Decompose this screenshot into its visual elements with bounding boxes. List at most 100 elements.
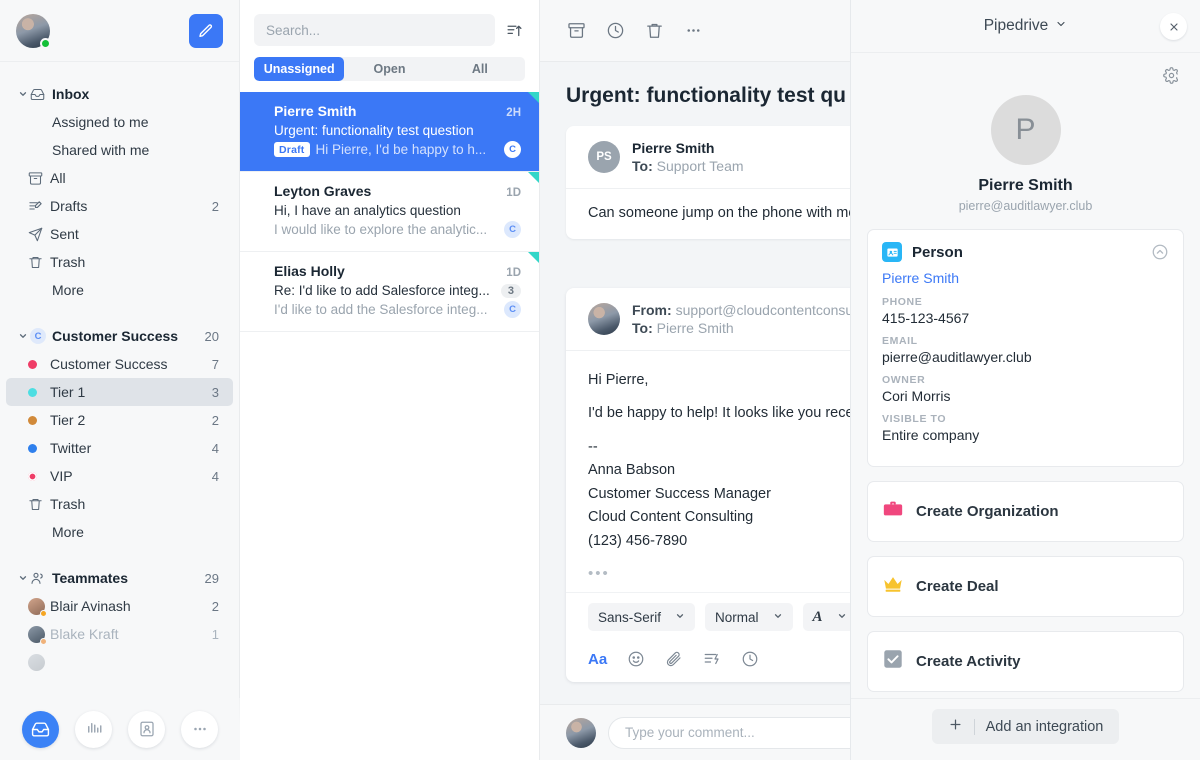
sidebar-item-count: 2 xyxy=(211,412,219,428)
attachment-paperclip-icon[interactable] xyxy=(665,650,683,668)
draft-badge: Draft xyxy=(274,142,310,157)
plus-icon xyxy=(948,717,963,736)
compose-button[interactable] xyxy=(189,13,223,48)
sort-ascending-icon[interactable] xyxy=(503,19,525,41)
list-item[interactable]: Pierre Smith 2H Urgent: functionality te… xyxy=(240,92,539,172)
sidebar-item-label: More xyxy=(52,524,84,540)
sidebar-item-tier-2[interactable]: Tier 2 2 xyxy=(6,406,233,434)
dock-inbox-button[interactable] xyxy=(22,710,59,748)
sidebar-item-sent[interactable]: Sent xyxy=(6,220,233,248)
add-integration-button[interactable]: Add an integration xyxy=(931,709,1120,744)
contact-email: pierre@auditlawyer.club xyxy=(958,199,1093,214)
tab-all[interactable]: All xyxy=(435,57,525,81)
avatar: PS xyxy=(588,141,620,173)
font-family-select[interactable]: Sans-Serif xyxy=(588,603,696,632)
contact-hero: P Pierre Smith pierre@auditlawyer.club xyxy=(851,89,1200,229)
app-root: Inbox Assigned to me Shared with me All … xyxy=(0,0,1200,760)
avatar xyxy=(566,717,596,748)
chevron-up-circle-icon[interactable] xyxy=(1151,243,1169,261)
sidebar-item-drafts[interactable]: Drafts 2 xyxy=(6,192,233,220)
inbox-icon xyxy=(31,721,50,737)
sidebar-item-all[interactable]: All xyxy=(6,164,233,192)
dock-contacts-button[interactable] xyxy=(128,710,165,748)
field-value: Cori Morris xyxy=(882,388,951,405)
action-label: Create Activity xyxy=(916,653,1021,671)
inbox-icon xyxy=(30,87,52,102)
chevron-down-icon xyxy=(1055,17,1067,35)
sidebar-item-shared-with-me[interactable]: Shared with me xyxy=(6,136,233,164)
chevron-down-icon xyxy=(16,331,30,341)
unread-corner-icon xyxy=(528,252,539,263)
sidebar-item-trash[interactable]: Trash xyxy=(6,248,233,276)
emoji-icon[interactable] xyxy=(627,650,645,668)
tab-unassigned[interactable]: Unassigned xyxy=(254,57,345,81)
user-avatar[interactable] xyxy=(16,13,51,49)
snooze-clock-icon[interactable] xyxy=(741,650,759,668)
sidebar-item-more-cs[interactable]: More xyxy=(6,518,233,546)
sidebar-item-assigned-to-me[interactable]: Assigned to me xyxy=(6,108,233,136)
sidebar-group-inbox[interactable]: Inbox xyxy=(6,80,233,108)
from-label: From: xyxy=(632,302,672,318)
sidebar-group-customer-success[interactable]: C Customer Success 20 xyxy=(6,322,233,350)
action-label: Create Deal xyxy=(916,578,999,596)
sidebar-item-tier-1[interactable]: Tier 1 3 xyxy=(6,378,233,406)
sidebar-item-count: 7 xyxy=(211,356,219,372)
search-input[interactable] xyxy=(254,14,495,46)
sidebar-item-label: Tier 2 xyxy=(50,412,86,428)
field-value: Entire company xyxy=(882,427,980,444)
sidebar-group-teammates[interactable]: Teammates 29 xyxy=(6,564,233,592)
sidebar-item-label: Twitter xyxy=(50,440,92,456)
chevron-down-icon xyxy=(16,573,30,583)
conversation-preview: Hi Pierre, I'd be happy to h... xyxy=(315,142,487,157)
trash-icon[interactable] xyxy=(644,20,665,41)
create-deal-button[interactable]: Create Deal xyxy=(867,556,1184,618)
list-item[interactable]: Elias Holly 1D Re: I'd like to add Sales… xyxy=(240,252,539,332)
sidebar-item-blake-kraft[interactable]: Blake Kraft 1 xyxy=(6,620,233,648)
tab-open[interactable]: Open xyxy=(344,57,434,81)
conversation-time: 1D xyxy=(506,187,521,199)
font-size-select[interactable]: Normal xyxy=(705,603,793,632)
avatar xyxy=(588,303,620,335)
conversation-time: 2H xyxy=(506,107,521,119)
sidebar-item-cs-trash[interactable]: Trash xyxy=(6,490,233,518)
list-item[interactable]: Leyton Graves 1D Hi, I have an analytics… xyxy=(240,172,539,252)
sidebar-item-twitter[interactable]: Twitter 4 xyxy=(6,434,233,462)
chevron-down-icon xyxy=(773,611,783,624)
more-horizontal-icon[interactable] xyxy=(683,20,704,41)
sidebar-item-cs-customer-success[interactable]: Customer Success 7 xyxy=(6,350,233,378)
close-panel-button[interactable] xyxy=(1160,13,1187,40)
create-organization-button[interactable]: Create Organization xyxy=(867,481,1184,543)
sidebar-item-label: Blake Kraft xyxy=(50,626,119,642)
sidebar-item-blair-avinash[interactable]: Blair Avinash 2 xyxy=(6,592,233,620)
sidebar-item-more-inbox[interactable]: More xyxy=(6,276,233,304)
chevron-down-icon xyxy=(16,89,30,99)
text-style-select[interactable]: A xyxy=(802,603,857,632)
text-format-icon[interactable]: Aa xyxy=(588,651,607,668)
gear-icon[interactable] xyxy=(1163,67,1180,89)
person-link[interactable]: Pierre Smith xyxy=(882,270,1169,286)
from-value: support@cloudcontentconsu xyxy=(675,302,854,318)
snooze-clock-icon[interactable] xyxy=(605,20,626,41)
dock-reports-button[interactable] xyxy=(75,710,112,748)
chevron-down-icon xyxy=(675,611,685,624)
archive-icon[interactable] xyxy=(566,20,587,41)
sidebar-item-label: VIP xyxy=(50,468,73,484)
sidebar-item-vip[interactable]: VIP 4 xyxy=(6,462,233,490)
sidebar-dock xyxy=(0,698,240,760)
dock-more-button[interactable] xyxy=(181,710,218,748)
list-filter-tabs: Unassigned Open All xyxy=(254,57,525,81)
message-count-badge: 3 xyxy=(500,283,521,298)
create-activity-button[interactable]: Create Activity xyxy=(867,631,1184,693)
conversation-sender: Pierre Smith xyxy=(274,103,357,119)
canned-response-icon[interactable] xyxy=(703,650,721,668)
italic-A-icon: A xyxy=(812,608,823,625)
conversation-sender: Elias Holly xyxy=(274,263,345,279)
sidebar-item-label: Customer Success xyxy=(52,328,179,344)
conversation-subject: Urgent: functionality test question xyxy=(274,123,474,138)
dot-icon xyxy=(28,387,50,397)
conversation-list-panel: Unassigned Open All Pierre Smith 2H Urge… xyxy=(240,0,540,760)
panel-title-dropdown[interactable]: Pipedrive xyxy=(984,17,1068,35)
avatar xyxy=(28,597,50,617)
sidebar-nav: Inbox Assigned to me Shared with me All … xyxy=(0,62,239,676)
